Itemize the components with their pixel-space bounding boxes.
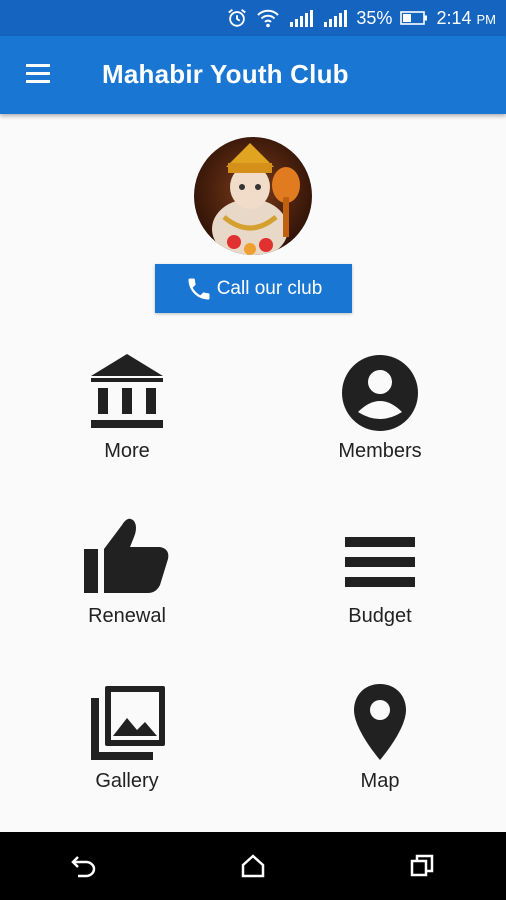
home-button[interactable] [223, 836, 283, 896]
battery-icon [400, 11, 428, 25]
photo-library-icon [91, 686, 165, 760]
menu-item-gallery[interactable]: Gallery [27, 680, 227, 810]
home-icon [241, 854, 265, 878]
phone-icon [188, 278, 210, 299]
app-bar: Mahabir Youth Club [0, 36, 506, 114]
alarm-icon [228, 9, 247, 27]
system-nav-bar [0, 832, 506, 900]
menu-item-renewal[interactable]: Renewal [27, 515, 227, 645]
app-title: Mahabir Youth Club [102, 59, 349, 89]
status-bar: 35% 2:14 PM [0, 0, 506, 36]
thumb-up-icon [84, 518, 169, 593]
call-button-label: Call our club [216, 277, 323, 299]
back-button[interactable] [54, 836, 114, 896]
menu-item-budget[interactable]: Budget [280, 515, 480, 645]
back-icon [71, 856, 96, 878]
signal-1-icon [290, 10, 314, 27]
menu-label-more: More [104, 440, 150, 462]
hamburger-menu-icon[interactable] [22, 58, 58, 92]
recents-icon [410, 854, 433, 877]
recents-button[interactable] [392, 836, 452, 896]
menu-label-renewal: Renewal [88, 605, 166, 627]
menu-item-map[interactable]: Map [280, 680, 480, 810]
list-lines-icon [345, 537, 415, 587]
menu-label-map: Map [360, 770, 400, 792]
wifi-icon [257, 9, 280, 28]
clock-time: 2:14 PM [436, 7, 496, 28]
club-avatar [194, 137, 312, 255]
menu-label-budget: Budget [348, 605, 412, 627]
menu-label-members: Members [338, 440, 422, 462]
location-pin-icon [354, 684, 406, 760]
battery-percent: 35% [356, 7, 393, 28]
signal-2-icon [324, 10, 348, 27]
menu-label-gallery: Gallery [95, 770, 159, 792]
bank-icon [91, 354, 163, 428]
menu-item-members[interactable]: Members [280, 350, 480, 480]
account-circle-icon [342, 355, 418, 431]
menu-item-more[interactable]: More [27, 350, 227, 480]
call-club-button[interactable]: Call our club [155, 264, 352, 313]
